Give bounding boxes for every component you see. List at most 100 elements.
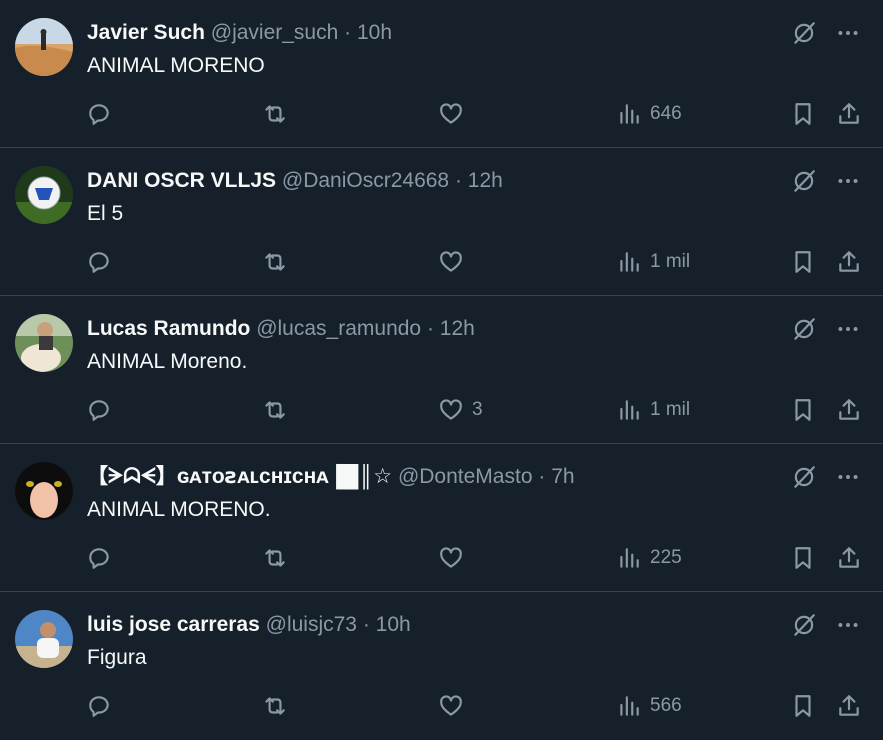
retweet-icon <box>265 401 285 419</box>
retweet-button[interactable] <box>262 96 296 132</box>
avatar[interactable] <box>15 314 73 372</box>
author-handle[interactable]: @javier_such <box>211 21 339 44</box>
tweet-header: Javier Such @javier_such · 10h <box>87 19 783 47</box>
like-button[interactable] <box>438 540 472 576</box>
author-name[interactable]: 【ᗒᗣᗕ】ɢᴀᴛᴏꙅᴀʟᴄʜɪᴄʜᴀ▐█║☆ <box>87 465 392 488</box>
reply-icon <box>89 696 109 717</box>
bookmark-button[interactable] <box>790 96 816 132</box>
tweet[interactable]: Javier Such @javier_such · 10h ANIMAL MO… <box>0 0 883 148</box>
timestamp[interactable]: 7h <box>551 465 574 488</box>
avatar[interactable] <box>15 610 73 668</box>
author-handle[interactable]: @luisjc73 <box>266 613 357 636</box>
views-button[interactable]: 225 <box>616 540 682 576</box>
grok-button[interactable] <box>789 314 819 344</box>
views-count: 566 <box>650 695 682 716</box>
retweet-button[interactable] <box>262 540 296 576</box>
timestamp[interactable]: 12h <box>468 169 503 192</box>
bookmark-icon <box>795 103 811 125</box>
tweet[interactable]: DANI OSCR VLLJS @DaniOscr24668 · 12h El … <box>0 148 883 296</box>
more-button[interactable] <box>833 462 863 492</box>
author-name[interactable]: DANI OSCR VLLJS <box>87 169 276 192</box>
retweet-icon <box>265 549 285 567</box>
like-icon <box>440 103 462 124</box>
reply-icon <box>89 400 109 421</box>
share-button[interactable] <box>836 540 862 576</box>
grok-button[interactable] <box>789 610 819 640</box>
grok-button[interactable] <box>789 166 819 196</box>
share-button[interactable] <box>836 688 862 724</box>
more-button[interactable] <box>833 610 863 640</box>
author-handle[interactable]: @DonteMasto <box>398 465 533 488</box>
avatar[interactable] <box>15 18 73 76</box>
views-button[interactable]: 1 mil <box>616 244 690 280</box>
views-count: 1 mil <box>650 399 691 420</box>
timestamp[interactable]: 12h <box>440 317 475 340</box>
avatar-image <box>15 314 73 372</box>
grok-icon <box>794 318 815 340</box>
more-icon <box>838 475 858 479</box>
reply-icon <box>89 104 109 125</box>
more-icon <box>838 31 858 35</box>
tweet-text: ANIMAL MORENO <box>87 54 265 77</box>
tweet[interactable]: Lucas Ramundo @lucas_ramundo · 12h ANIMA… <box>0 296 883 444</box>
avatar-image <box>15 610 73 668</box>
timestamp[interactable]: 10h <box>357 21 392 44</box>
author-name[interactable]: Lucas Ramundo <box>87 317 250 340</box>
like-button[interactable] <box>438 244 472 280</box>
reply-button[interactable] <box>86 688 120 724</box>
like-button[interactable]: 3 <box>438 392 483 428</box>
reply-feed: Javier Such @javier_such · 10h ANIMAL MO… <box>0 0 883 740</box>
share-button[interactable] <box>836 244 862 280</box>
bookmark-icon <box>795 399 811 421</box>
tweet-actions: 566 <box>0 688 883 724</box>
author-handle[interactable]: @DaniOscr24668 <box>282 169 449 192</box>
bookmark-button[interactable] <box>790 688 816 724</box>
author-handle[interactable]: @lucas_ramundo <box>256 317 421 340</box>
share-button[interactable] <box>836 392 862 428</box>
avatar-image <box>15 462 73 520</box>
views-button[interactable]: 646 <box>616 96 682 132</box>
reply-button[interactable] <box>86 540 120 576</box>
like-button[interactable] <box>438 96 472 132</box>
bookmark-button[interactable] <box>790 244 816 280</box>
retweet-icon <box>265 253 285 271</box>
separator: · <box>344 21 352 44</box>
more-button[interactable] <box>833 166 863 196</box>
retweet-button[interactable] <box>262 688 296 724</box>
retweet-button[interactable] <box>262 392 296 428</box>
share-icon <box>839 399 859 420</box>
author-name[interactable]: luis jose carreras <box>87 613 260 636</box>
reply-button[interactable] <box>86 392 120 428</box>
author-name[interactable]: Javier Such <box>87 21 205 44</box>
retweet-button[interactable] <box>262 244 296 280</box>
reply-icon <box>89 252 109 273</box>
grok-button[interactable] <box>789 18 819 48</box>
like-icon <box>440 547 462 568</box>
tweet-actions: 646 <box>0 96 883 132</box>
reply-button[interactable] <box>86 96 120 132</box>
share-icon <box>839 103 859 124</box>
avatar-image <box>15 18 73 76</box>
timestamp[interactable]: 10h <box>376 613 411 636</box>
views-count: 225 <box>650 547 682 568</box>
views-button[interactable]: 1 mil <box>616 392 690 428</box>
share-button[interactable] <box>836 96 862 132</box>
tweet[interactable]: 【ᗒᗣᗕ】ɢᴀᴛᴏꙅᴀʟᴄʜɪᴄʜᴀ▐█║☆ @DonteMasto · 7h … <box>0 444 883 592</box>
tweet-text: El 5 <box>87 202 124 225</box>
avatar[interactable] <box>15 462 73 520</box>
retweet-icon <box>265 697 285 715</box>
grok-icon <box>794 170 815 192</box>
like-icon <box>440 695 462 716</box>
views-icon <box>620 548 639 568</box>
reply-button[interactable] <box>86 244 120 280</box>
bookmark-button[interactable] <box>790 540 816 576</box>
avatar[interactable] <box>15 166 73 224</box>
tweet[interactable]: luis jose carreras @luisjc73 · 10h Figur… <box>0 592 883 740</box>
views-button[interactable]: 566 <box>616 688 682 724</box>
more-button[interactable] <box>833 18 863 48</box>
more-button[interactable] <box>833 314 863 344</box>
like-button[interactable] <box>438 688 472 724</box>
bookmark-button[interactable] <box>790 392 816 428</box>
tweet-actions: 3 1 mil <box>0 392 883 428</box>
grok-button[interactable] <box>789 462 819 492</box>
